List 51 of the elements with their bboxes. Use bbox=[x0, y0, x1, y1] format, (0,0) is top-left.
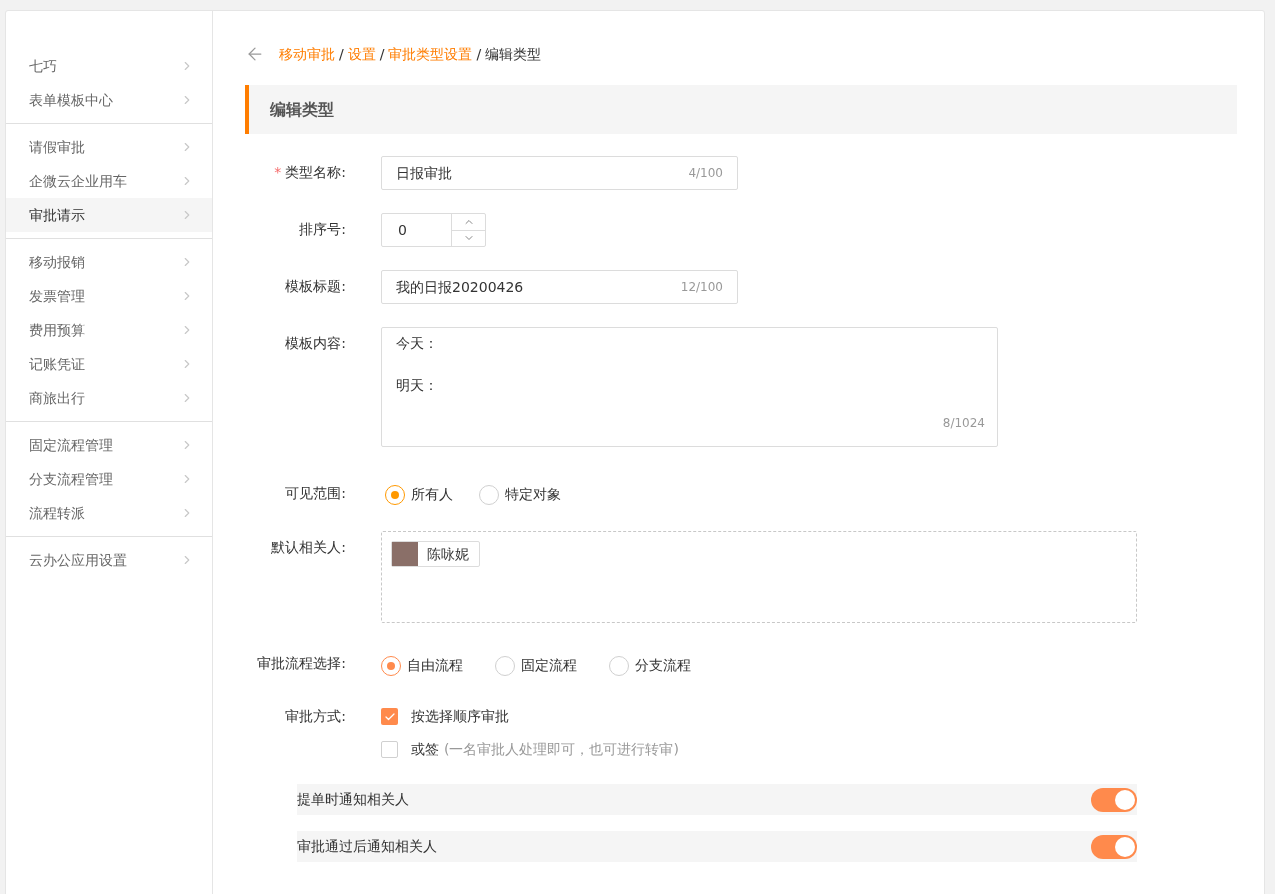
field-label: 默认相关人: bbox=[271, 538, 346, 557]
field-label: 模板标题: bbox=[285, 277, 346, 296]
radio-option[interactable]: 固定流程 bbox=[495, 655, 577, 676]
sidebar-item[interactable]: 表单模板中心 bbox=[6, 83, 212, 117]
radio-option[interactable]: 分支流程 bbox=[609, 655, 691, 676]
field-label: 审批流程选择: bbox=[257, 654, 346, 673]
textarea-line: 明天： bbox=[396, 376, 438, 395]
sidebar-item[interactable]: 移动报销 bbox=[6, 245, 212, 279]
option-hint: (一名审批人处理即可，也可进行转审) bbox=[444, 740, 679, 759]
person-chip[interactable]: 陈咏妮 bbox=[391, 541, 480, 567]
people-picker-field[interactable]: 陈咏妮 bbox=[381, 531, 1137, 623]
field-label: 类型名称: bbox=[285, 163, 346, 182]
sidebar-item[interactable]: 云办公应用设置 bbox=[6, 543, 212, 577]
checkbox-option[interactable]: 按选择顺序审批 bbox=[381, 706, 679, 727]
sidebar-item[interactable]: 请假审批 bbox=[6, 130, 212, 164]
radio-option[interactable]: 特定对象 bbox=[479, 484, 561, 505]
breadcrumb-current: 编辑类型 bbox=[485, 44, 542, 64]
textarea-field[interactable]: 今天： 明天： 8/1024 bbox=[381, 327, 998, 447]
sidebar-item[interactable]: 流程转派 bbox=[6, 496, 212, 530]
input-field[interactable]: 我的日报20200426 12/100 bbox=[381, 270, 738, 304]
sidebar-item[interactable]: 记账凭证 bbox=[6, 347, 212, 381]
sidebar-item[interactable]: 商旅出行 bbox=[6, 381, 212, 415]
toggle-label: 审批通过后通知相关人 bbox=[297, 837, 437, 856]
breadcrumb-separator: / bbox=[476, 44, 482, 64]
field-label: 排序号: bbox=[299, 220, 346, 239]
field-label: 审批方式: bbox=[285, 707, 346, 726]
field-label: 可见范围: bbox=[285, 484, 346, 503]
section-title: 编辑类型 bbox=[270, 98, 334, 121]
sidebar-item[interactable]: 费用预算 bbox=[6, 313, 212, 347]
breadcrumb-separator: / bbox=[339, 44, 344, 64]
toggle-label: 提单时通知相关人 bbox=[297, 790, 409, 809]
toggle-switch[interactable] bbox=[1091, 787, 1137, 812]
radio-option[interactable]: 所有人 bbox=[385, 484, 453, 505]
field-label: 模板内容: bbox=[285, 334, 346, 353]
input-field[interactable]: 日报审批 4/100 bbox=[381, 156, 738, 190]
sidebar-item[interactable]: 企微云企业用车 bbox=[6, 164, 212, 198]
radio-option[interactable]: 自由流程 bbox=[381, 655, 463, 676]
avatar-placeholder bbox=[392, 542, 418, 566]
sidebar-item[interactable]: 七巧 bbox=[6, 49, 212, 83]
required-mark: * bbox=[274, 163, 282, 182]
sidebar-item[interactable]: 审批请示 bbox=[6, 198, 212, 232]
checkbox-option[interactable]: 或签 (一名审批人处理即可，也可进行转审) bbox=[381, 739, 679, 760]
sidebar-item[interactable]: 发票管理 bbox=[6, 279, 212, 313]
sidebar-item[interactable]: 分支流程管理 bbox=[6, 462, 212, 496]
textarea-line: 今天： bbox=[396, 334, 438, 353]
sidebar-item[interactable]: 固定流程管理 bbox=[6, 428, 212, 462]
breadcrumb-separator: / bbox=[379, 44, 385, 64]
toggle-switch[interactable] bbox=[1091, 834, 1137, 859]
char-counter: 12/100 bbox=[680, 279, 723, 296]
char-counter: 4/100 bbox=[688, 165, 723, 182]
char-counter: 8/1024 bbox=[942, 415, 985, 432]
